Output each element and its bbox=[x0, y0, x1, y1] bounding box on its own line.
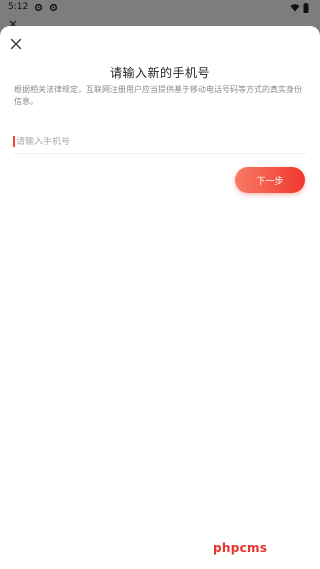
status-right bbox=[290, 2, 312, 13]
watermark: phpcms bbox=[213, 541, 268, 555]
status-left: 5:12 bbox=[8, 2, 58, 12]
settings-icon bbox=[49, 3, 58, 12]
status-time: 5:12 bbox=[8, 2, 29, 12]
close-button[interactable] bbox=[6, 34, 26, 54]
status-bar: 5:12 bbox=[0, 0, 320, 14]
dialog-title: 请输入新的手机号 bbox=[109, 66, 210, 80]
battery-icon bbox=[303, 2, 312, 13]
screen: 5:12 请输入新的手机号 根据相关法律规定，互联网注册用户应当提供基于移动电话… bbox=[0, 0, 320, 569]
text-caret bbox=[13, 136, 15, 147]
close-icon bbox=[10, 38, 22, 50]
change-phone-dialog: 请输入新的手机号 根据相关法律规定，互联网注册用户应当提供基于移动电话号码等方式… bbox=[0, 26, 320, 569]
settings-icon bbox=[34, 3, 43, 12]
phone-field[interactable] bbox=[13, 130, 307, 154]
dialog-description: 根据相关法律规定，互联网注册用户应当提供基于移动电话号码等方式的真实身份信息。 bbox=[14, 85, 302, 106]
phone-input[interactable] bbox=[16, 136, 296, 147]
wifi-icon bbox=[290, 3, 300, 12]
next-button[interactable]: 下一步 bbox=[235, 167, 305, 193]
